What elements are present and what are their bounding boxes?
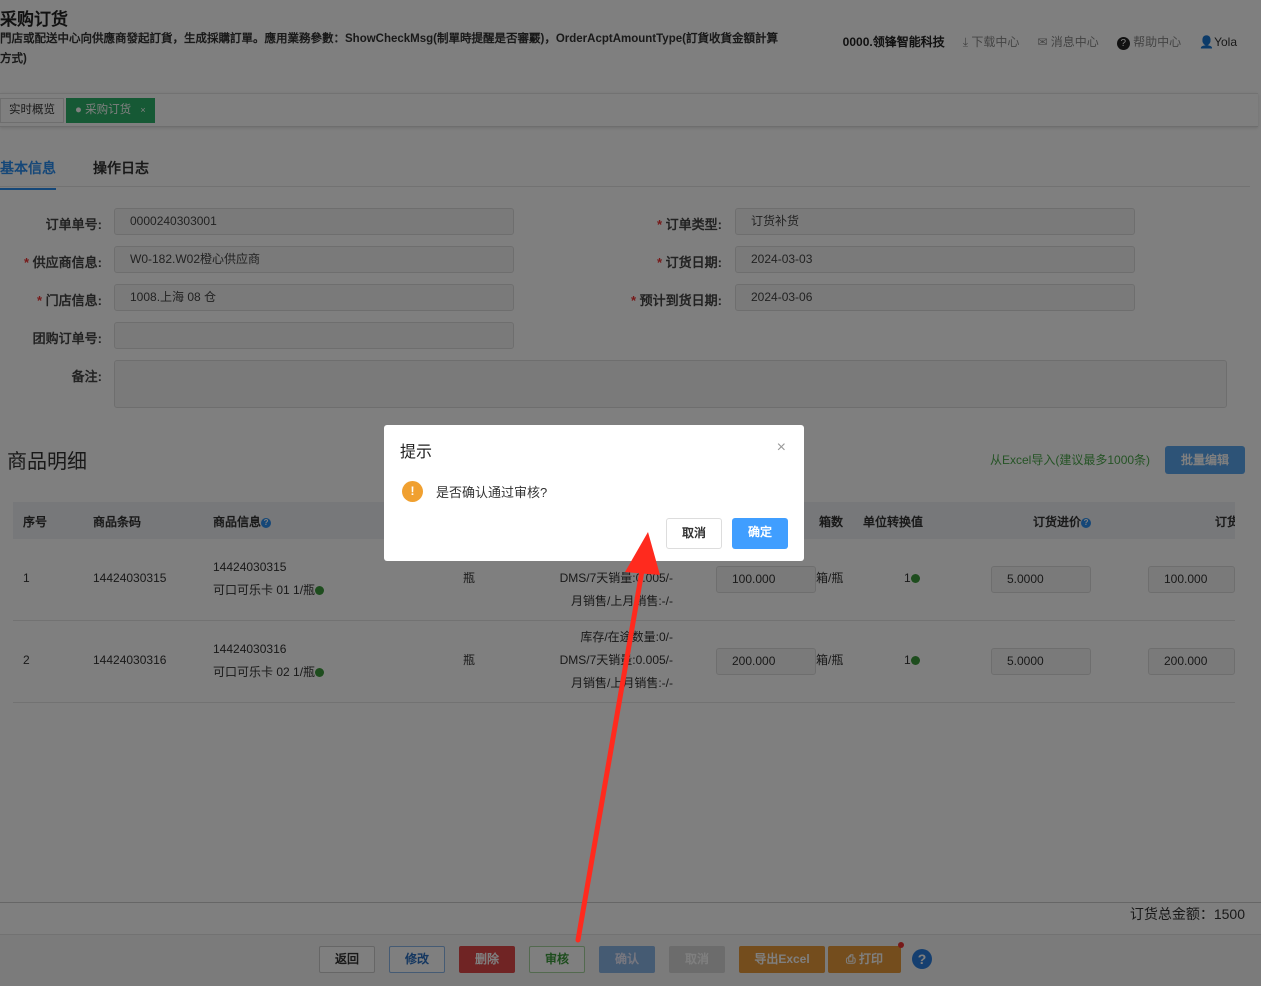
dialog-cancel-button[interactable]: 取消 [666, 518, 722, 549]
warning-icon: ! [402, 481, 423, 502]
close-icon[interactable]: × [777, 439, 786, 457]
dialog-ok-button[interactable]: 确定 [732, 518, 788, 549]
confirm-dialog: 提示 × ! 是否确认通过审核? 取消 确定 [384, 425, 804, 561]
dialog-title: 提示 [400, 444, 433, 461]
dialog-message: 是否确认通过审核? [436, 485, 548, 500]
